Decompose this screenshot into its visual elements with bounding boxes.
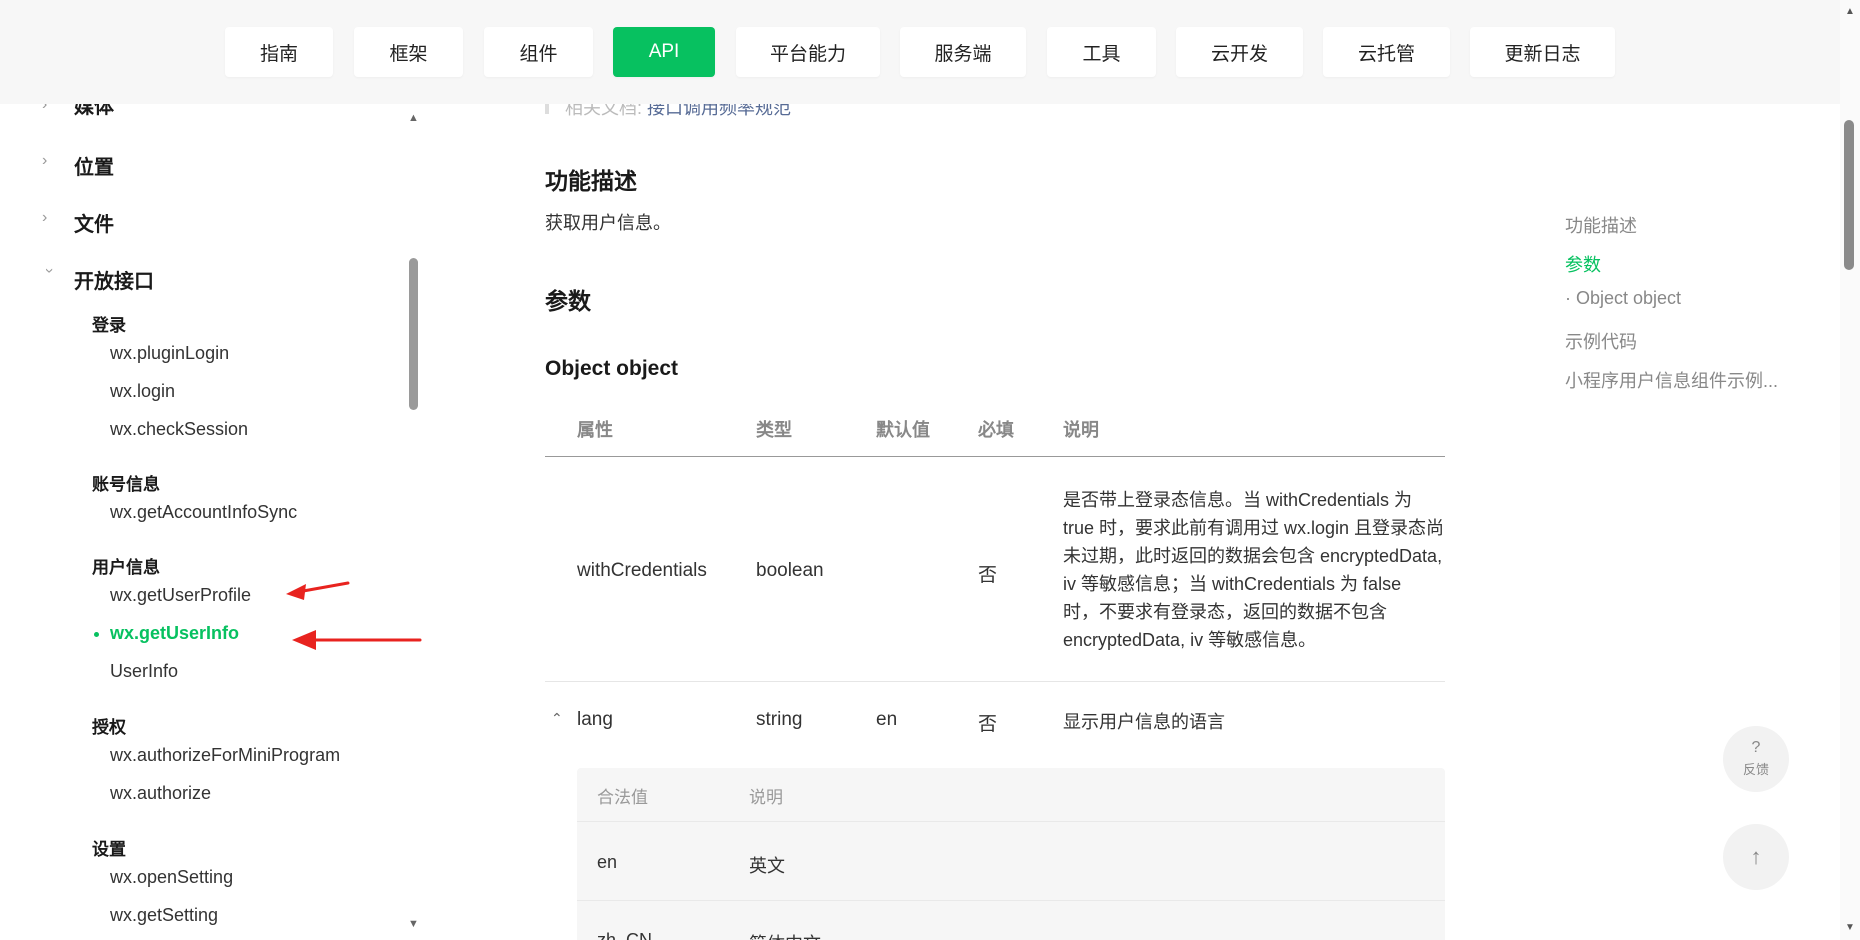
nav-tab-framework[interactable]: 框架 (354, 27, 463, 77)
subtable-value: en (597, 852, 618, 872)
table-header-property: 属性 (577, 420, 613, 440)
table-header-description: 说明 (1063, 420, 1099, 440)
toc-item-example[interactable]: 示例代码 (1565, 328, 1637, 354)
nav-tab-server[interactable]: 服务端 (900, 27, 1026, 77)
desc-line: 未过期，此时返回的数据会包含 encryptedData, (1063, 546, 1443, 566)
subtable-header-description: 说明 (749, 788, 783, 807)
toc-item-params[interactable]: 参数 (1565, 251, 1601, 277)
desc-line: encryptedData, iv 等敏感信息。 (1063, 630, 1317, 650)
quote-bar (545, 104, 549, 114)
nav-tab-platform[interactable]: 平台能力 (736, 27, 880, 77)
param-type: string (756, 709, 803, 730)
toc-item-component-example[interactable]: 小程序用户信息组件示例... (1565, 367, 1778, 393)
nav-tab-tools[interactable]: 工具 (1047, 27, 1156, 77)
param-default: en (876, 709, 898, 730)
sidebar-item-login[interactable]: wx.login (110, 381, 175, 402)
param-required: 否 (978, 714, 998, 735)
nav-tab-cloud-dev[interactable]: 云开发 (1176, 27, 1303, 77)
related-doc-link[interactable]: 接口调用频率规范 (647, 104, 791, 118)
page-scrollbar-thumb[interactable] (1844, 120, 1854, 270)
nav-tab-components[interactable]: 组件 (484, 27, 593, 77)
sidebar-item-get-setting[interactable]: wx.getSetting (110, 905, 218, 926)
subtable-desc: 英文 (749, 856, 785, 876)
param-name: withCredentials (577, 560, 707, 581)
sidebar: › 媒体 › 位置 › 文件 › 开放接口 登录 wx.pluginLogin … (0, 104, 425, 940)
sidebar-category-open-api[interactable]: 开放接口 (74, 265, 154, 294)
toc-item-object[interactable]: · Object object (1565, 288, 1681, 309)
back-to-top-button[interactable]: ↑ (1723, 824, 1789, 890)
desc-line: iv 等敏感信息；当 withCredentials 为 false (1063, 574, 1402, 594)
section-title-params: 参数 (545, 288, 591, 314)
subtable-desc: 简体中文 (749, 930, 821, 940)
sidebar-group-account: 账号信息 (92, 475, 160, 494)
subtable-value: zh_CN (597, 930, 653, 940)
subtable-divider (577, 900, 1445, 901)
param-required: 否 (978, 565, 998, 586)
sidebar-item-get-user-profile[interactable]: wx.getUserProfile (110, 585, 251, 606)
sidebar-scroll-up-icon[interactable]: ▲ (408, 112, 419, 124)
toc-item-description[interactable]: 功能描述 (1565, 212, 1637, 238)
table-header-required: 必填 (978, 420, 1014, 440)
object-title: Object object (545, 357, 679, 380)
sidebar-item-authorize-mini-program[interactable]: wx.authorizeForMiniProgram (110, 745, 340, 766)
sidebar-item-plugin-login[interactable]: wx.pluginLogin (110, 343, 229, 364)
feedback-label: 反馈 (1742, 762, 1769, 777)
table-header-type: 类型 (756, 420, 792, 440)
chevron-up-icon[interactable]: ⌃ (551, 710, 563, 727)
param-description: 是否带上登录态信息。当 withCredentials 为 true 时，要求此… (1063, 486, 1448, 654)
nav-tab-cloud-hosting[interactable]: 云托管 (1323, 27, 1450, 77)
subtable-header-value: 合法值 (597, 788, 648, 807)
feedback-button[interactable]: ? 反馈 (1723, 726, 1789, 792)
param-type: boolean (756, 560, 824, 581)
nav-tab-guide[interactable]: 指南 (225, 27, 333, 77)
main-content: 相关文档: 接口调用频率规范 功能描述 获取用户信息。 参数 Object ob… (425, 104, 1535, 940)
lang-values-table: 合法值 说明 en 英文 zh_CN 简体中文 (577, 768, 1445, 940)
desc-line: 显示用户信息的语言 (1063, 712, 1225, 732)
desc-line: true 时，要求此前有调用过 wx.login 且登录态尚 (1063, 518, 1445, 538)
sidebar-item-open-setting[interactable]: wx.openSetting (110, 867, 233, 888)
sidebar-category-file[interactable]: 文件 (74, 208, 114, 237)
desc-line: 时，不要求有登录态，返回的数据不包含 (1063, 602, 1387, 622)
sidebar-group-login: 登录 (92, 316, 126, 335)
sidebar-scrollbar-thumb[interactable] (409, 258, 418, 410)
subtable-divider (577, 821, 1445, 822)
sidebar-group-authorize: 授权 (92, 718, 126, 737)
sidebar-item-check-session[interactable]: wx.checkSession (110, 419, 248, 440)
table-row-divider (545, 681, 1445, 682)
sidebar-category-media[interactable]: 媒体 (74, 104, 114, 119)
param-name: lang (577, 709, 613, 730)
sidebar-item-authorize[interactable]: wx.authorize (110, 783, 211, 804)
description-text: 获取用户信息。 (545, 213, 671, 233)
related-doc-prefix: 相关文档: (565, 104, 648, 118)
sidebar-item-userinfo[interactable]: UserInfo (110, 661, 178, 682)
sidebar-category-location[interactable]: 位置 (74, 151, 114, 180)
related-doc-note: 相关文档: 接口调用频率规范 (565, 104, 791, 120)
top-nav-bar: 指南 框架 组件 API 平台能力 服务端 工具 云开发 云托管 更新日志 (0, 0, 1840, 104)
active-dot-icon (94, 632, 99, 637)
nav-tab-api[interactable]: API (613, 27, 715, 77)
table-header-divider (545, 456, 1445, 457)
section-title-description: 功能描述 (545, 168, 637, 194)
param-description: 显示用户信息的语言 (1063, 708, 1448, 736)
chevron-right-icon[interactable]: › (42, 104, 56, 113)
sidebar-group-user-info: 用户信息 (92, 558, 160, 577)
chevron-down-icon[interactable]: › (41, 268, 58, 282)
chevron-right-icon[interactable]: › (42, 153, 56, 169)
page-scroll-down-icon[interactable]: ▼ (1845, 922, 1855, 933)
desc-line: 是否带上登录态信息。当 withCredentials 为 (1063, 490, 1413, 510)
table-header-default: 默认值 (876, 420, 930, 440)
arrow-up-icon: ↑ (1750, 844, 1762, 869)
sidebar-group-settings: 设置 (92, 840, 126, 859)
sidebar-item-get-user-info[interactable]: wx.getUserInfo (110, 623, 239, 644)
sidebar-item-get-account-info[interactable]: wx.getAccountInfoSync (110, 502, 297, 523)
question-icon: ? (1751, 739, 1761, 756)
nav-tab-changelog[interactable]: 更新日志 (1470, 27, 1615, 77)
sidebar-scroll-down-icon[interactable]: ▼ (408, 918, 419, 930)
page-scroll-up-icon[interactable]: ▲ (1845, 6, 1855, 17)
chevron-right-icon[interactable]: › (42, 210, 56, 226)
